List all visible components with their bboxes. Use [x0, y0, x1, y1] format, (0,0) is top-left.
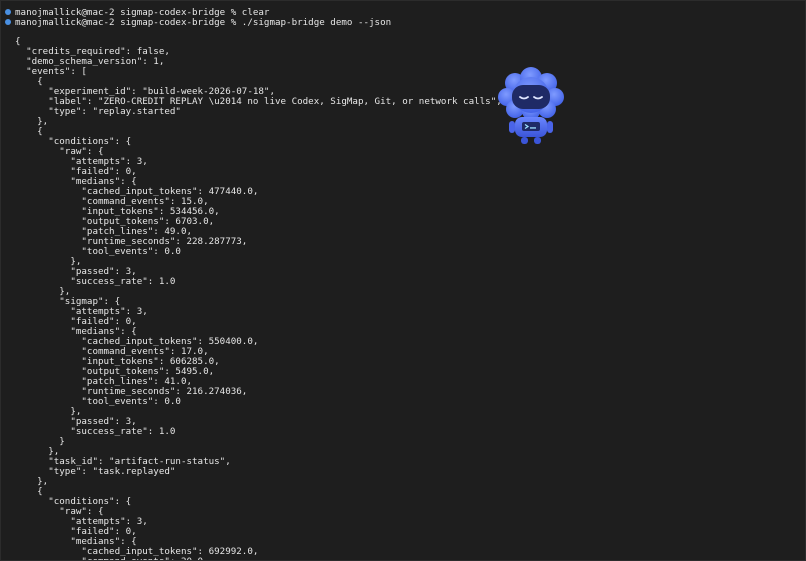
prompt-line: manojmallick@mac-2 sigmap-codex-bridge %…: [5, 7, 269, 18]
prompt-line: manojmallick@mac-2 sigmap-codex-bridge %…: [5, 16, 392, 28]
robot-mascot-icon: [498, 67, 564, 144]
output-line: "command_events": 20.0,: [15, 556, 208, 561]
terminal-window[interactable]: manojmallick@mac-2 sigmap-codex-bridge %…: [0, 0, 806, 561]
prompt-marker-icon: [5, 19, 11, 25]
prompt-command-text: manojmallick@mac-2 sigmap-codex-bridge %…: [15, 16, 392, 28]
prompt-marker-icon: [5, 9, 11, 15]
json-output: { "credits_required": false, "demo_schem…: [15, 37, 502, 561]
